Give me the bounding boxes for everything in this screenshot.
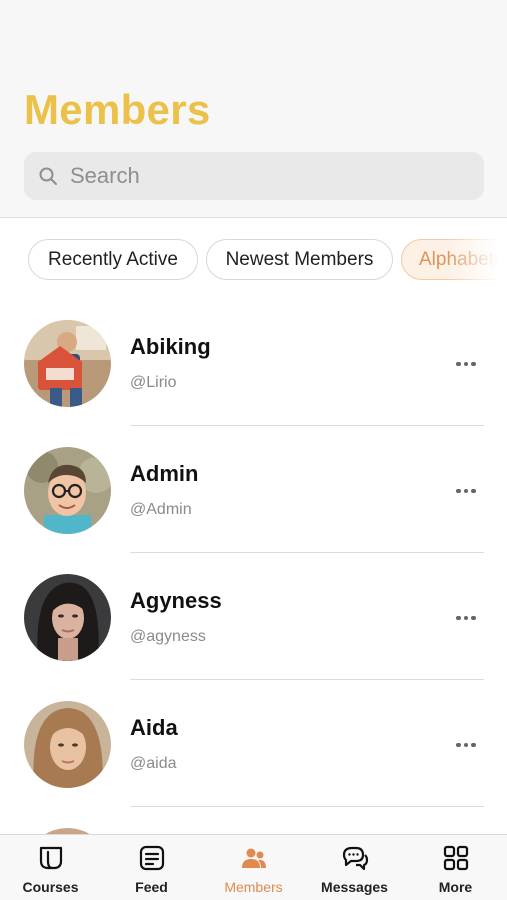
page-title: Members	[24, 86, 211, 133]
member-row[interactable]: Admin @Admin	[0, 427, 507, 553]
divider	[130, 679, 484, 680]
filter-chips: Recently Active Newest Members Alphabeti…	[0, 218, 507, 300]
more-options-icon[interactable]	[452, 735, 480, 755]
search-input[interactable]: Search	[24, 152, 484, 200]
avatar	[24, 574, 111, 661]
avatar	[24, 701, 111, 788]
member-handle: @aida	[130, 755, 177, 772]
member-name: Admin	[130, 461, 199, 486]
tab-label: Feed	[135, 879, 168, 895]
grid-icon	[443, 845, 468, 871]
members-icon	[241, 848, 266, 868]
tab-label: Courses	[22, 879, 79, 895]
divider	[130, 552, 484, 553]
member-row[interactable]: Agyness @agyness	[0, 554, 507, 680]
messages-icon	[342, 846, 368, 871]
scroll-fade	[447, 218, 507, 300]
avatar	[24, 320, 111, 407]
tab-messages[interactable]: Messages	[304, 835, 405, 900]
more-options-icon[interactable]	[452, 354, 480, 374]
member-handle: @agyness	[130, 628, 206, 645]
tab-feed[interactable]: Feed	[101, 835, 202, 900]
feed-icon	[139, 845, 164, 871]
divider	[130, 425, 484, 426]
member-handle: @Admin	[130, 501, 192, 518]
divider	[130, 806, 484, 807]
courses-icon	[39, 846, 62, 870]
tab-label: Members	[224, 879, 283, 895]
member-name: Agyness	[130, 588, 222, 613]
filter-recently-active[interactable]: Recently Active	[28, 239, 198, 280]
member-handle: @Lirio	[130, 374, 177, 391]
tab-label: Messages	[321, 879, 388, 895]
more-options-icon[interactable]	[452, 481, 480, 501]
more-options-icon[interactable]	[452, 608, 480, 628]
tab-members[interactable]: Members	[203, 835, 304, 900]
tab-label: More	[438, 879, 473, 895]
tab-courses[interactable]: Courses	[0, 835, 101, 900]
filter-newest-members[interactable]: Newest Members	[206, 239, 393, 280]
tab-more[interactable]: More	[405, 835, 506, 900]
header: Members Search	[0, 0, 507, 218]
avatar	[24, 447, 111, 534]
tab-bar: Courses Feed Members Messages More	[0, 834, 507, 900]
search-icon	[39, 167, 57, 185]
member-row[interactable]: Aida @aida	[0, 681, 507, 807]
member-name: Abiking	[130, 334, 211, 359]
search-placeholder: Search	[70, 163, 140, 188]
member-row[interactable]: Abiking @Lirio	[0, 300, 507, 426]
member-name: Aida	[130, 715, 178, 740]
